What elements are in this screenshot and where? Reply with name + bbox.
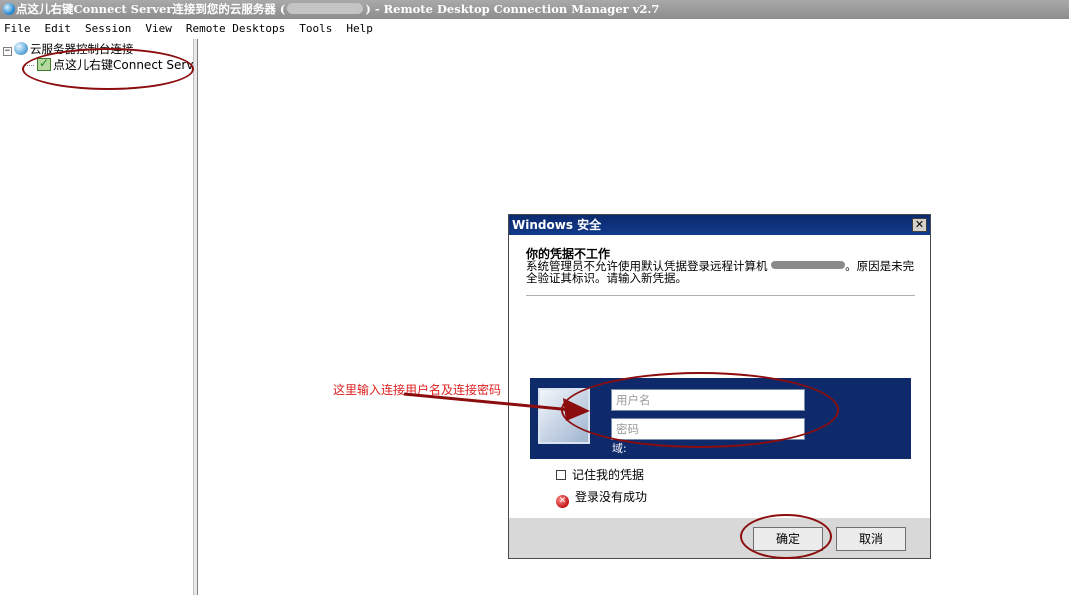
close-icon[interactable]: ✕ (912, 218, 927, 232)
menu-edit[interactable]: Edit (45, 22, 72, 35)
menu-session[interactable]: Session (85, 22, 131, 35)
windows-security-dialog: Windows 安全 ✕ 你的凭据不工作 系统管理员不允许使用默认凭据登录远程计… (508, 214, 931, 559)
menu-file[interactable]: File (4, 22, 31, 35)
error-text: 登录没有成功 (575, 490, 648, 504)
remember-label: 记住我的凭据 (572, 468, 645, 482)
dialog-titlebar[interactable]: Windows 安全 ✕ (509, 215, 930, 235)
server-tree: − 云服务器控制台连接 点这儿右键Connect Serv (0, 39, 193, 595)
annotation-arrow-icon (403, 392, 590, 421)
server-group-icon (14, 42, 28, 55)
ok-button[interactable]: 确定 (753, 527, 823, 551)
window-title-prefix: 点这儿右键Connect Server连接到您的云服务器 ( (16, 2, 286, 16)
menu-tools[interactable]: Tools (299, 22, 332, 35)
connected-server-icon (37, 56, 51, 71)
collapse-toggle-icon[interactable]: − (3, 47, 12, 56)
window-titlebar[interactable]: 点这儿右键Connect Server连接到您的云服务器 ( ) - Remote… (0, 0, 1069, 19)
dialog-separator (526, 295, 915, 296)
password-input[interactable]: 密码 (611, 418, 805, 440)
tree-connector (24, 65, 34, 66)
tree-group-row[interactable]: − 云服务器控制台连接 (3, 42, 134, 56)
cancel-button[interactable]: 取消 (836, 527, 906, 551)
app-icon (3, 3, 15, 15)
tree-server-row[interactable]: 点这儿右键Connect Serv (24, 56, 194, 72)
dialog-button-bar: 确定 取消 (509, 518, 930, 558)
remember-credentials-row[interactable]: 记住我的凭据 (556, 466, 644, 483)
redacted-computer-name (771, 261, 846, 269)
dialog-title: Windows 安全 (512, 218, 602, 232)
menu-view[interactable]: View (145, 22, 172, 35)
username-input[interactable]: 用户名 (611, 389, 805, 411)
window-title-suffix: ) - Remote Desktop Connection Manager v2… (365, 2, 660, 16)
tree-server-label: 点这儿右键Connect Serv (53, 58, 194, 72)
menu-remote-desktops[interactable]: Remote Desktops (186, 22, 285, 35)
menu-bar: File Edit Session View Remote Desktops Tools H… (0, 19, 1069, 39)
menu-help[interactable]: Help (346, 22, 373, 35)
error-icon: ✕ (556, 495, 569, 508)
dialog-message: 系统管理员不允许使用默认凭据登录远程计算机 。原因是未完全验证其标识。请输入新凭… (526, 260, 921, 284)
tree-group-label: 云服务器控制台连接 (30, 42, 134, 56)
remember-checkbox[interactable] (556, 470, 566, 480)
redacted-ip (287, 3, 364, 14)
domain-label: 域: (612, 442, 627, 455)
error-row: ✕ 登录没有成功 (556, 488, 647, 508)
